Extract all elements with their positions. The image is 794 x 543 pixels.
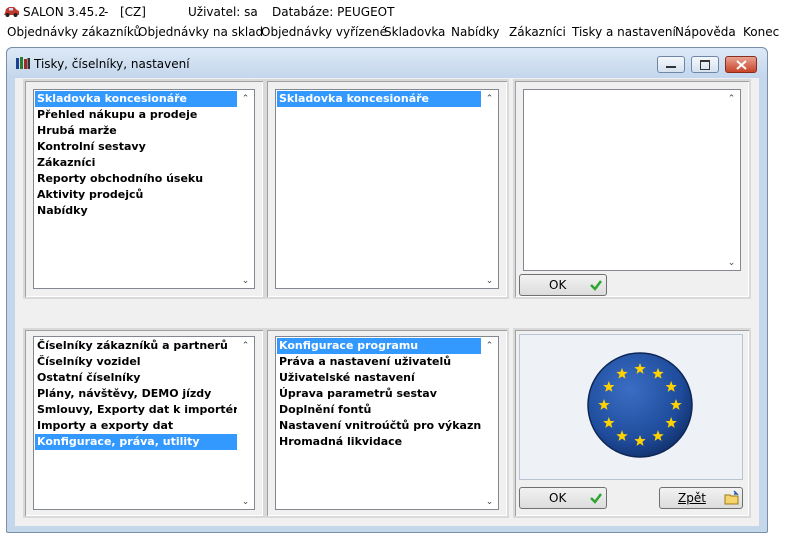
setup-list-item[interactable]: Konfigurace, práva, utility [35, 434, 237, 450]
category-list-item[interactable]: Hrubá marže [35, 123, 237, 139]
scroll-up-icon[interactable]: ⌃ [241, 94, 250, 104]
setup-list-item[interactable]: Plány, návštěvy, DEMO jízdy [35, 386, 237, 402]
scroll-down-icon[interactable]: ⌄ [241, 497, 250, 507]
app-locale: [CZ] [120, 5, 146, 19]
scroll-down-icon[interactable]: ⌄ [485, 276, 494, 286]
config-list-item[interactable]: Uživatelské nastavení [277, 370, 481, 386]
report-list-scrollbar[interactable]: ⌃ ⌄ [481, 90, 498, 288]
check-icon [590, 280, 602, 291]
books-icon [16, 57, 30, 69]
config-list-item[interactable]: Nastavení vnitroúčtů pro výkaznictví [277, 418, 481, 434]
check-icon [590, 493, 602, 504]
setup-list-item[interactable]: Číselníky zákazníků a partnerů [35, 338, 237, 354]
config-list-item[interactable]: Hromadná likvidace [277, 434, 481, 450]
scroll-down-icon[interactable]: ⌄ [241, 276, 250, 286]
report-list-item[interactable]: Skladovka koncesionáře [277, 91, 481, 107]
scroll-up-icon[interactable]: ⌃ [485, 94, 494, 104]
folder-icon [724, 490, 739, 505]
menu-orders-customers[interactable]: Objednávky zákazníků [7, 25, 141, 39]
ok-label: OK [549, 491, 567, 505]
ok-button-top[interactable]: OK [519, 274, 607, 296]
config-list-item[interactable]: Úprava parametrů sestav [277, 386, 481, 402]
close-icon [736, 60, 747, 70]
setup-list-item[interactable]: Číselníky vozidel [35, 354, 237, 370]
app-database: Databáze: PEUGEOT [272, 5, 395, 19]
setup-list[interactable]: Číselníky zákazníků a partnerů Číselníky … [33, 336, 255, 510]
setup-list-item[interactable]: Ostatní číselníky [35, 370, 237, 386]
minimize-icon [666, 66, 676, 68]
menu-customers[interactable]: Zákazníci [509, 25, 566, 39]
category-list-item[interactable]: Skladovka koncesionáře [35, 91, 237, 107]
config-list-scrollbar[interactable]: ⌃ ⌄ [481, 337, 498, 509]
back-button[interactable]: Zpět [659, 487, 743, 509]
maximize-icon [700, 60, 710, 70]
detail-list-scrollbar[interactable]: ⌃ ⌄ [723, 90, 740, 270]
app-separator: - [104, 5, 109, 19]
category-list[interactable]: Skladovka koncesionáře Přehled nákupu a p… [33, 89, 255, 289]
config-list-item[interactable]: Konfigurace programu [277, 338, 481, 354]
menu-bar: Objednávky zákazníků Objednávky na sklad… [0, 22, 794, 42]
minimize-button[interactable] [657, 56, 685, 73]
config-panel: Konfigurace programu Práva a nastavení už… [265, 328, 509, 518]
action-panel: OK Zpět [513, 328, 751, 518]
category-list-item[interactable]: Reporty obchodního úseku [35, 171, 237, 187]
menu-orders-done[interactable]: Objednávky vyřízené [261, 25, 387, 39]
app-user: Uživatel: sa [188, 5, 258, 19]
close-button[interactable] [725, 56, 757, 73]
detail-list[interactable]: ⌃ ⌄ [523, 89, 741, 271]
config-list-item[interactable]: Doplnění fontů [277, 402, 481, 418]
back-label: Zpět [678, 491, 706, 505]
scroll-up-icon[interactable]: ⌃ [727, 94, 736, 104]
detail-panel: ⌃ ⌄ OK [513, 79, 751, 299]
menu-help[interactable]: Nápověda [675, 25, 736, 39]
eu-flag-icon [587, 352, 693, 458]
car-icon [4, 7, 19, 17]
menu-stock[interactable]: Skladovka [384, 25, 445, 39]
category-list-scrollbar[interactable]: ⌃ ⌄ [237, 90, 254, 288]
window-title-bar[interactable]: Tisky, číselníky, nastavení [7, 48, 767, 78]
app-name: SALON 3.45.2 [23, 5, 106, 19]
ok-label: OK [549, 278, 567, 292]
setup-list-item[interactable]: Importy a exporty dat [35, 418, 237, 434]
category-list-item[interactable]: Aktivity prodejců [35, 187, 237, 203]
category-list-item[interactable]: Přehled nákupu a prodeje [35, 107, 237, 123]
menu-exit[interactable]: Konec [743, 25, 779, 39]
category-list-item[interactable]: Nabídky [35, 203, 237, 219]
report-list[interactable]: Skladovka koncesionáře ⌃ ⌄ [275, 89, 499, 289]
menu-offers[interactable]: Nabídky [451, 25, 500, 39]
category-panel: Skladovka koncesionáře Přehled nákupu a p… [23, 79, 265, 299]
scroll-up-icon[interactable]: ⌃ [241, 341, 250, 351]
scroll-down-icon[interactable]: ⌄ [485, 497, 494, 507]
app-title-bar: SALON 3.45.2 - [CZ] Uživatel: sa Databáz… [0, 0, 794, 22]
settings-window: Tisky, číselníky, nastavení Skladovka ko… [6, 47, 768, 533]
logo-frame [519, 334, 743, 480]
window-client-area: Skladovka koncesionáře Přehled nákupu a p… [15, 78, 759, 526]
scroll-up-icon[interactable]: ⌃ [485, 341, 494, 351]
menu-orders-stock[interactable]: Objednávky na sklad [138, 25, 263, 39]
category-list-item[interactable]: Kontrolní sestavy [35, 139, 237, 155]
report-panel: Skladovka koncesionáře ⌃ ⌄ [265, 79, 509, 299]
scroll-down-icon[interactable]: ⌄ [727, 258, 736, 268]
maximize-button[interactable] [691, 56, 719, 73]
config-list-item[interactable]: Práva a nastavení uživatelů [277, 354, 481, 370]
setup-list-scrollbar[interactable]: ⌃ ⌄ [237, 337, 254, 509]
setup-list-item[interactable]: Smlouvy, Exporty dat k importérovi [35, 402, 237, 418]
menu-prints-settings[interactable]: Tisky a nastavení [572, 25, 676, 39]
setup-panel: Číselníky zákazníků a partnerů Číselníky … [23, 328, 265, 518]
config-list[interactable]: Konfigurace programu Práva a nastavení už… [275, 336, 499, 510]
window-title: Tisky, číselníky, nastavení [34, 57, 190, 71]
category-list-item[interactable]: Zákazníci [35, 155, 237, 171]
ok-button-bottom[interactable]: OK [519, 487, 607, 509]
